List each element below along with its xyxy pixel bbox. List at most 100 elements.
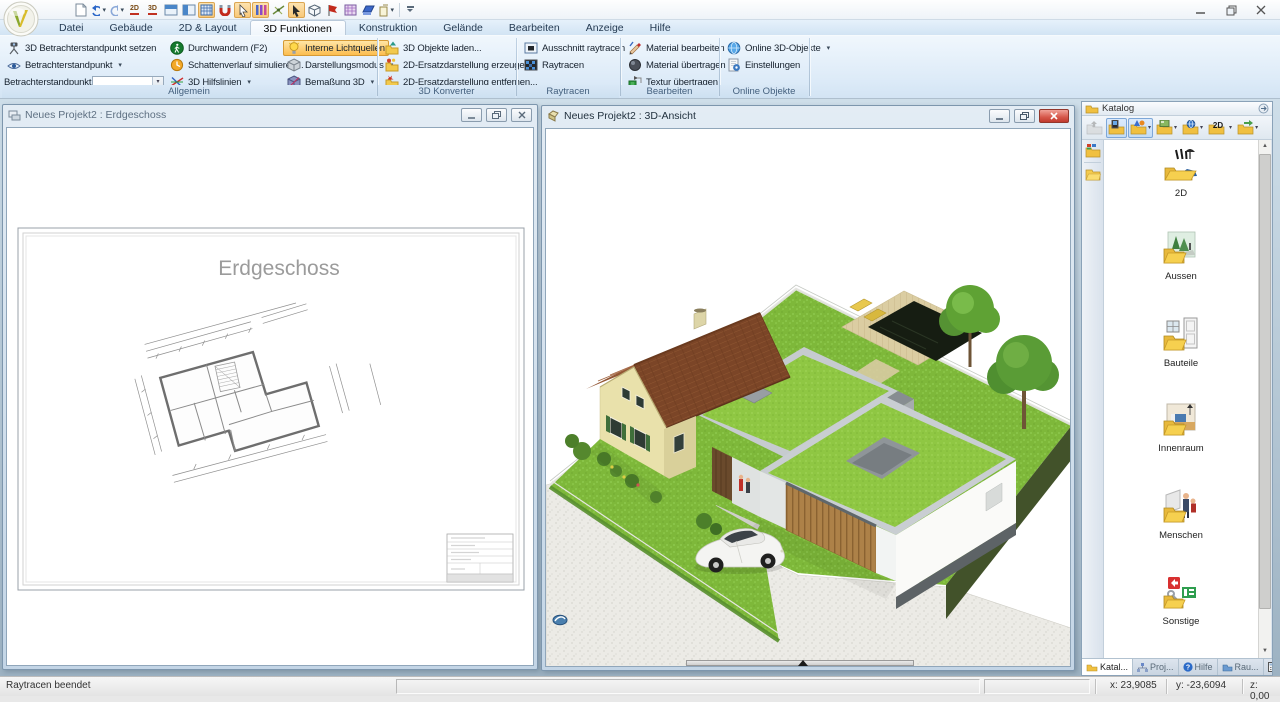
set-viewpoint-button[interactable]: 3D Betrachterstandpunkt setzen (3, 40, 160, 56)
eraser-wedge-icon[interactable] (360, 2, 377, 18)
material-flag-icon[interactable] (324, 2, 341, 18)
catalog-item-label: 2D (1104, 188, 1258, 199)
load-3d-objects-label: 3D Objekte laden... (403, 43, 481, 54)
qat-customize-icon[interactable] (404, 3, 416, 17)
rail-folder-icon[interactable] (1085, 167, 1101, 181)
grid-snap-icon[interactable] (198, 2, 215, 18)
catalog-bottom-tabs: Katal... Proj... ? Hilfe Rau... Mass... (1082, 658, 1272, 675)
floorplan-canvas[interactable]: Erdgeschoss (6, 127, 534, 666)
catalog-item-innenraum[interactable]: Innenraum (1104, 401, 1258, 454)
split-horizontal-icon[interactable] (162, 2, 179, 18)
tab-raeume[interactable]: Rau... (1218, 659, 1264, 675)
group-label-allgemein: Allgemein (2, 85, 376, 98)
raytrace-button[interactable]: Raytracen (520, 57, 588, 73)
catalog-import-icon[interactable]: ▾ (1235, 118, 1260, 138)
measure-axis-icon[interactable] (270, 2, 287, 18)
group-label-online-objekte: Online Objekte (720, 85, 808, 98)
online-3d-objects-button[interactable]: Online 3D-Objekte (723, 40, 834, 56)
load-3d-objects-button[interactable]: 3D Objekte laden... (381, 40, 485, 56)
cursor-snap-icon[interactable] (234, 2, 251, 18)
texture-grid-icon[interactable] (342, 2, 359, 18)
slider-thumb[interactable] (798, 655, 808, 666)
raeume-tab-icon (1222, 663, 1233, 672)
tab-2d-layout[interactable]: 2D & Layout (166, 20, 250, 35)
catalog-pin-icon[interactable] (1258, 103, 1269, 114)
floorplan-window-title: Neues Projekt2 : Erdgeschoss (25, 109, 457, 121)
tab-massen[interactable]: Mass... (1264, 659, 1272, 675)
catalog-2d-icon[interactable]: 2D▾ (1206, 118, 1234, 138)
split-vertical-icon[interactable] (180, 2, 197, 18)
magnet-snap-icon[interactable] (216, 2, 233, 18)
catalog-titlebar[interactable]: Katalog (1082, 102, 1272, 116)
tab-3d-funktionen[interactable]: 3D Funktionen (250, 20, 346, 35)
floorplan-window-titlebar[interactable]: Neues Projekt2 : Erdgeschoss (3, 105, 537, 125)
catalog-item-bauteile[interactable]: Bauteile (1104, 316, 1258, 369)
scroll-up-icon[interactable]: ▲ (1259, 140, 1271, 153)
walkthrough-button[interactable]: Durchwandern (F2) (166, 40, 271, 56)
tab-gelaende[interactable]: Gelände (430, 20, 496, 35)
object-3d-icon[interactable] (306, 2, 323, 18)
view-tilt-slider[interactable] (686, 660, 914, 666)
guide-columns-icon[interactable] (252, 2, 269, 18)
catalog-internet-icon[interactable]: ▾ (1180, 118, 1205, 138)
rail-all-catalogs-icon[interactable] (1085, 144, 1101, 158)
view3d-close-button[interactable] (1039, 109, 1069, 123)
tab-datei[interactable]: Datei (46, 20, 97, 35)
select-arrow-icon[interactable] (288, 2, 305, 18)
coordinate-y: y: -23,6094 (1176, 680, 1226, 691)
catalog-scrollbar[interactable]: ▲ ▼ (1258, 140, 1271, 658)
new-document-icon[interactable] (72, 2, 89, 18)
tab-gebaeude[interactable]: Gebäude (97, 20, 166, 35)
view-2d-icon[interactable]: 2D (126, 2, 143, 18)
view3d-window-icon (547, 110, 560, 122)
copy-page-icon[interactable] (378, 2, 395, 18)
set-viewpoint-label: 3D Betrachterstandpunkt setzen (25, 43, 156, 54)
tree (939, 285, 1000, 367)
view3d-canvas[interactable] (545, 128, 1071, 667)
raytrace-region-button[interactable]: Ausschnitt raytracen (520, 40, 629, 56)
coordinate-x: x: 23,9085 (1110, 680, 1157, 691)
edit-material-button[interactable]: Material bearbeiten (624, 40, 728, 56)
tab-anzeige[interactable]: Anzeige (573, 20, 637, 35)
internal-lights-button[interactable]: Interne Lichtquellen (283, 40, 389, 56)
view-3d-icon[interactable]: 3D (144, 2, 161, 18)
catalog-item-sonstige[interactable]: Sonstige (1104, 574, 1258, 627)
transfer-material-button[interactable]: Material übertragen (624, 57, 730, 73)
undo-icon[interactable] (90, 2, 107, 18)
ribbon-tab-row: Datei Gebäude 2D & Layout 3D Funktionen … (0, 20, 1280, 36)
tab-hilfe-panel[interactable]: ? Hilfe (1179, 659, 1218, 675)
catalog-materials-icon[interactable]: ▾ (1154, 118, 1179, 138)
view3d-minimize-button[interactable] (989, 109, 1010, 123)
tab-projekt[interactable]: Proj... (1133, 659, 1179, 675)
floorplan-restore-button[interactable] (486, 108, 507, 122)
view3d-window-titlebar[interactable]: Neues Projekt2 : 3D-Ansicht (542, 106, 1074, 126)
scroll-down-icon[interactable]: ▼ (1259, 645, 1271, 658)
scroll-thumb[interactable] (1259, 154, 1271, 609)
create-2d-replacement-button[interactable]: 2D-Ersatzdarstellung erzeugen... (381, 57, 541, 73)
restore-button[interactable] (1216, 0, 1246, 20)
view3d-restore-button[interactable] (1014, 109, 1035, 123)
settings-button[interactable]: Einstellungen (723, 57, 804, 73)
viewpoint-button[interactable]: Betrachterstandpunkt (3, 57, 126, 73)
catalog-item-2d[interactable]: 2D (1104, 146, 1258, 199)
tab-katalog[interactable]: Katal... (1082, 659, 1133, 675)
catalog-up-icon[interactable] (1084, 118, 1105, 138)
status-empty-panel (984, 679, 1090, 694)
app-logo[interactable] (3, 1, 39, 37)
catalog-3d-objects-icon[interactable]: ▾ (1128, 118, 1153, 138)
display-mode-label: Darstellungsmodus (305, 60, 384, 71)
floorplan-minimize-button[interactable] (461, 108, 482, 122)
redo-icon[interactable] (108, 2, 125, 18)
catalog-toolbar: ▾ ▾ ▾ 2D▾ ▾ (1082, 116, 1272, 140)
group-label-bearbeiten: Bearbeiten (621, 85, 718, 98)
floorplan-close-button[interactable] (511, 108, 532, 122)
catalog-item-label: Menschen (1104, 530, 1258, 541)
tab-konstruktion[interactable]: Konstruktion (346, 20, 430, 35)
catalog-devices-icon[interactable] (1106, 118, 1127, 138)
tab-hilfe[interactable]: Hilfe (637, 20, 684, 35)
close-button[interactable] (1246, 0, 1276, 20)
catalog-item-menschen[interactable]: Menschen (1104, 488, 1258, 541)
tab-bearbeiten[interactable]: Bearbeiten (496, 20, 573, 35)
minimize-button[interactable] (1186, 0, 1216, 20)
catalog-item-aussen[interactable]: Aussen (1104, 229, 1258, 282)
